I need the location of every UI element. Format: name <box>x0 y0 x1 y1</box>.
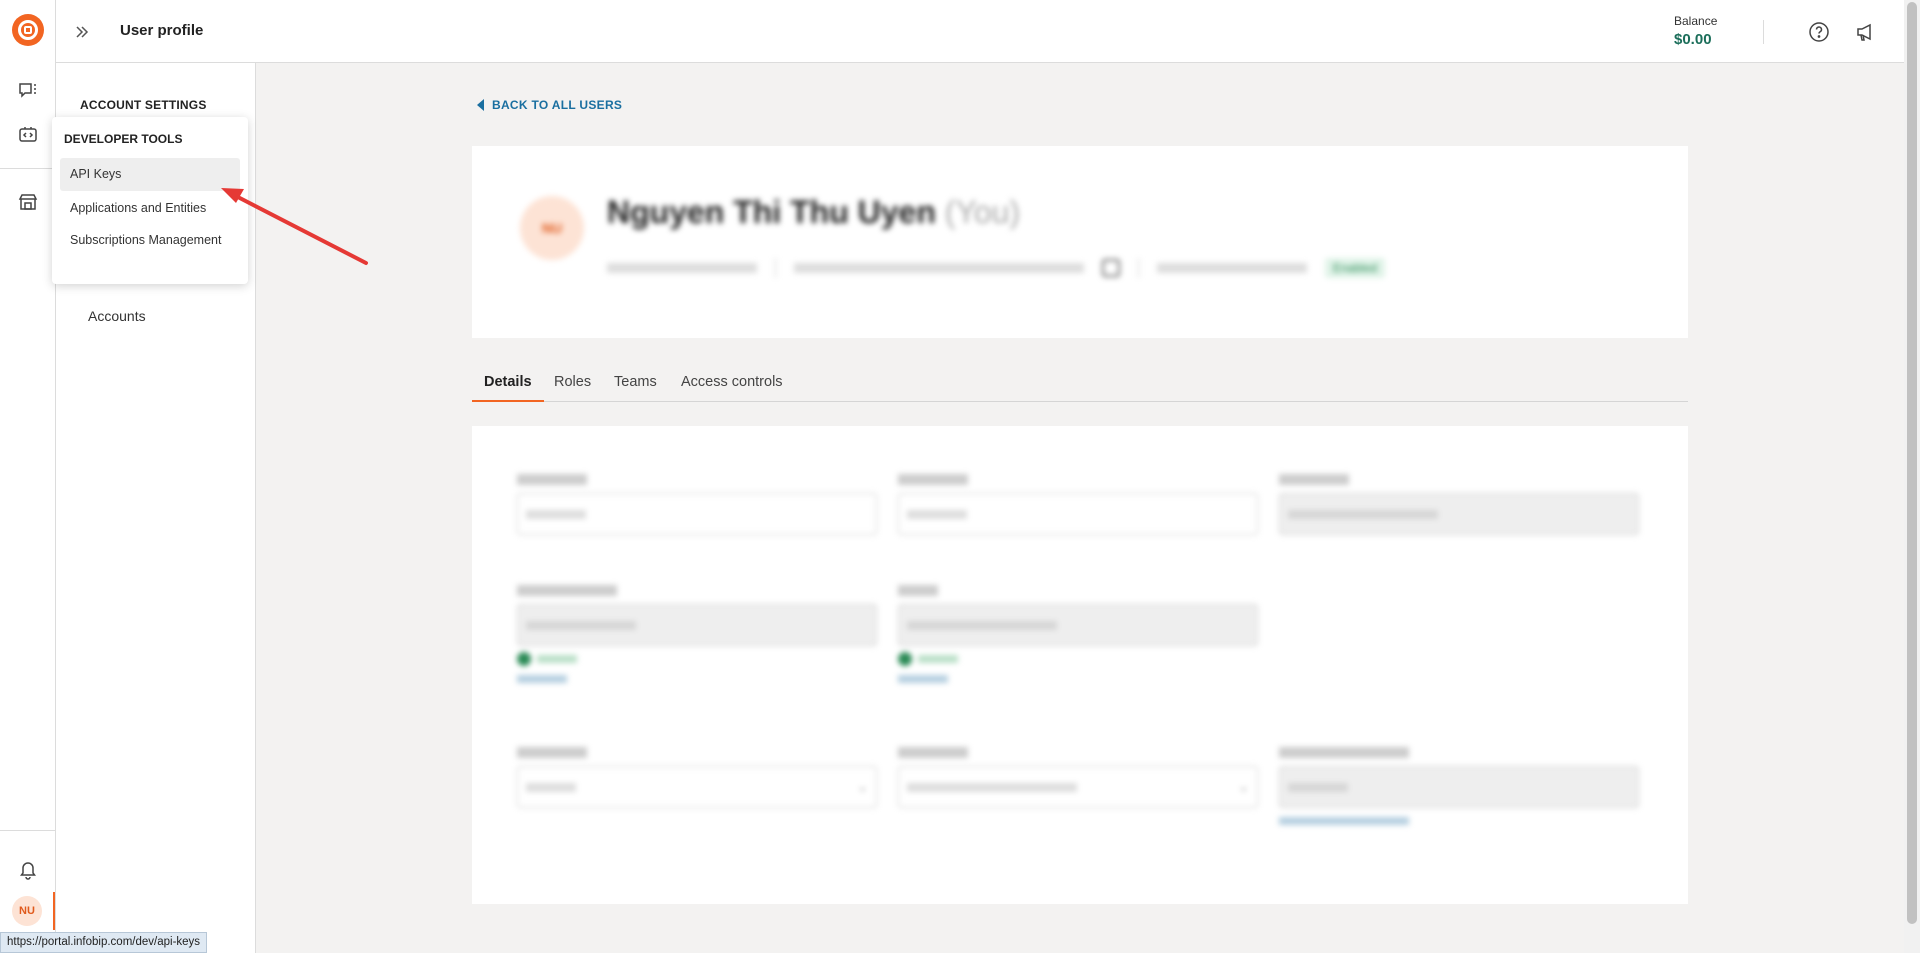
back-arrow-icon <box>477 99 484 111</box>
profile-meta: Enabled <box>607 258 1386 278</box>
left-icon-rail: NU <box>0 0 56 953</box>
user-avatar[interactable]: NU <box>12 896 42 926</box>
first-name-field <box>517 474 877 535</box>
link-status-url: https://portal.infobip.com/dev/api-keys <box>0 932 208 953</box>
last-name-field <box>898 474 1258 535</box>
language-field: ⌄ <box>517 747 877 808</box>
divider <box>1138 258 1139 278</box>
chevron-down-icon: ⌄ <box>1238 779 1249 794</box>
back-to-all-users-link[interactable]: BACK TO ALL USERS <box>477 98 622 112</box>
first-name-input[interactable] <box>517 493 877 535</box>
redacted-user-key <box>794 263 1084 273</box>
bell-icon[interactable] <box>14 855 42 883</box>
email-label <box>898 585 938 596</box>
copy-icon[interactable] <box>1102 259 1120 277</box>
password-changed-label <box>1279 747 1409 758</box>
tab-teams[interactable]: Teams <box>602 372 669 402</box>
tab-details[interactable]: Details <box>472 372 544 402</box>
email-field <box>898 585 1258 686</box>
time-zone-label <box>898 747 968 758</box>
scrollbar-thumb[interactable] <box>1907 2 1917 924</box>
top-bar: User profile Balance $0.00 <box>56 0 1904 63</box>
username-input <box>1279 493 1639 535</box>
mobile-verified-status <box>517 652 877 666</box>
menu-item-subscriptions-management[interactable]: Subscriptions Management <box>60 224 240 257</box>
status-badge: Enabled <box>1325 258 1386 278</box>
profile-header-card: NU Nguyen Thi Thu Uyen (You) Enabled <box>472 146 1688 338</box>
email-input <box>898 604 1258 646</box>
account-settings-heading: ACCOUNT SETTINGS <box>80 98 207 112</box>
email-verified-status <box>898 652 1258 666</box>
you-tag: (You) <box>944 194 1021 230</box>
redacted-email <box>607 263 757 273</box>
password-changed-field <box>1279 747 1639 828</box>
verified-icon <box>898 652 912 666</box>
divider <box>1763 20 1764 44</box>
mobile-change-link[interactable] <box>517 672 877 686</box>
expand-sidebar-icon[interactable] <box>70 20 94 44</box>
email-change-link[interactable] <box>898 672 1258 686</box>
mobile-number-input <box>517 604 877 646</box>
chevron-down-icon: ⌄ <box>857 779 868 794</box>
profile-name-text: Nguyen Thi Thu Uyen <box>607 194 936 230</box>
redacted-last-login <box>1157 263 1307 273</box>
tab-access-controls[interactable]: Access controls <box>669 372 795 402</box>
tab-roles[interactable]: Roles <box>542 372 603 402</box>
balance-widget[interactable]: Balance $0.00 <box>1674 14 1717 48</box>
chat-icon[interactable] <box>14 77 42 105</box>
page-scrollbar[interactable] <box>1904 0 1920 953</box>
language-label <box>517 747 587 758</box>
mobile-number-field <box>517 585 877 686</box>
active-indicator <box>53 892 55 930</box>
developer-tools-menu: DEVELOPER TOOLS API Keys Applications an… <box>52 117 248 284</box>
last-name-input[interactable] <box>898 493 1258 535</box>
time-zone-field: ⌄ <box>898 747 1258 808</box>
mobile-number-label <box>517 585 617 596</box>
balance-value: $0.00 <box>1674 31 1712 48</box>
balance-label: Balance <box>1674 14 1718 28</box>
profile-avatar: NU <box>520 196 584 260</box>
first-name-label <box>517 474 587 485</box>
divider <box>775 258 776 278</box>
username-field <box>1279 474 1639 535</box>
details-card: ⌄ ⌄ <box>472 426 1688 904</box>
menu-item-api-keys[interactable]: API Keys <box>60 158 240 191</box>
developer-tools-icon[interactable] <box>14 121 42 149</box>
menu-item-applications-entities[interactable]: Applications and Entities <box>60 192 240 225</box>
username-label <box>1279 474 1349 485</box>
back-link-label: BACK TO ALL USERS <box>492 98 623 112</box>
profile-tabs: Details Roles Teams Access controls <box>472 372 1688 402</box>
password-changed-input <box>1279 766 1639 808</box>
help-icon[interactable] <box>1806 19 1832 45</box>
sidebar-item-accounts[interactable]: Accounts <box>88 308 146 324</box>
infobip-logo[interactable] <box>12 14 44 46</box>
time-zone-select[interactable]: ⌄ <box>898 766 1258 808</box>
page-title: User profile <box>120 22 204 39</box>
announcements-icon[interactable] <box>1853 19 1879 45</box>
developer-tools-heading: DEVELOPER TOOLS <box>64 132 183 146</box>
marketplace-icon[interactable] <box>14 188 42 216</box>
verified-icon <box>517 652 531 666</box>
change-password-link[interactable] <box>1279 814 1639 828</box>
profile-name: Nguyen Thi Thu Uyen (You) <box>607 194 1020 231</box>
last-name-label <box>898 474 968 485</box>
language-select[interactable]: ⌄ <box>517 766 877 808</box>
